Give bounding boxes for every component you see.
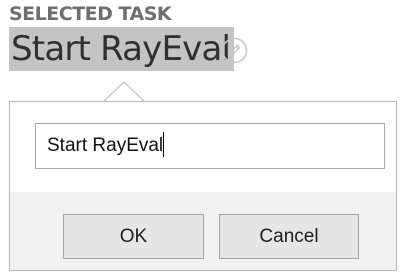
text-cursor: [163, 132, 165, 157]
section-label: SELECTED TASK: [9, 3, 172, 25]
edit-task-popup: Start RayEval OK Cancel: [9, 101, 397, 271]
task-name-input-value: Start RayEval: [47, 135, 164, 156]
popup-pointer-arrow: [103, 81, 145, 103]
selected-task-title[interactable]: Start RayEval: [9, 27, 235, 71]
popup-input-area: Start RayEval: [10, 102, 396, 192]
task-name-input[interactable]: Start RayEval: [35, 123, 385, 169]
edit-pencil-icon[interactable]: [221, 37, 248, 64]
cancel-button[interactable]: Cancel: [219, 214, 359, 259]
ok-button[interactable]: OK: [63, 214, 204, 259]
